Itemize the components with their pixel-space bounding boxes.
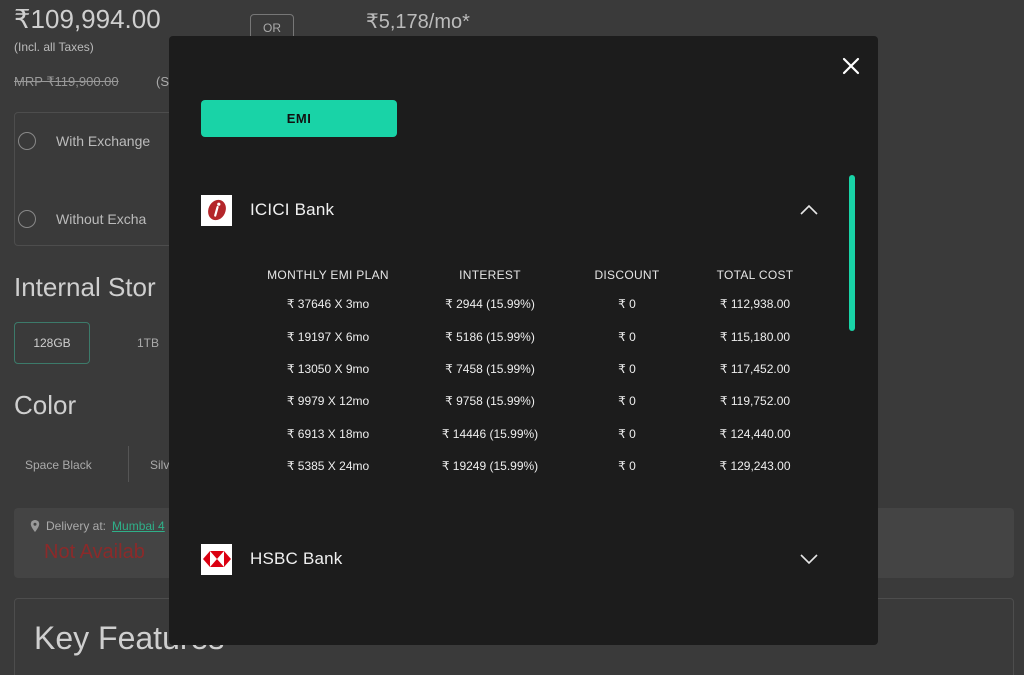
- mrp-extra: (S: [156, 74, 169, 89]
- delivery-label: Delivery at:: [46, 519, 107, 533]
- total-cost-cell: ₹ 119,752.00: [719, 394, 791, 409]
- bank-item-icici[interactable]: ICICI Bank: [201, 194, 821, 226]
- emi-plan-cell: ₹ 37646 X 3mo: [286, 297, 370, 312]
- discount-cell: ₹ 0: [618, 329, 636, 344]
- color-divider: [128, 446, 129, 482]
- chevron-down-icon[interactable]: [797, 547, 821, 571]
- table-row: ₹ 6913 X 18mo ₹ 14446 (15.99%) ₹ 0 ₹ 124…: [249, 418, 829, 450]
- icici-logo-icon: [207, 199, 226, 221]
- emi-plan-cell: ₹ 19197 X 6mo: [286, 329, 370, 344]
- total-cost-cell: ₹ 115,180.00: [719, 329, 791, 344]
- radio-icon[interactable]: [18, 132, 36, 150]
- hsbc-logo: [201, 543, 232, 575]
- emi-plan-cell: ₹ 13050 X 9mo: [286, 361, 370, 376]
- discount-cell: ₹ 0: [618, 361, 636, 376]
- emi-plan-cell: ₹ 6913 X 18mo: [286, 426, 370, 441]
- close-button[interactable]: [837, 52, 865, 80]
- emi-price: ₹5,178/mo*: [366, 11, 470, 33]
- scrollbar[interactable]: [849, 175, 855, 331]
- internal-storage-title: Internal Stor: [14, 272, 156, 302]
- delivery-info: Delivery at: Mumbai 4: [30, 519, 165, 533]
- interest-cell: ₹ 19249 (15.99%): [441, 459, 539, 474]
- icici-logo: [201, 194, 232, 226]
- delivery-city-link[interactable]: Mumbai 4: [112, 519, 165, 533]
- discount-cell: ₹ 0: [618, 394, 636, 409]
- bank-item-hsbc[interactable]: HSBC Bank: [201, 543, 821, 575]
- with-exchange-label: With Exchange: [56, 133, 151, 149]
- table-row: ₹ 37646 X 3mo ₹ 2944 (15.99%) ₹ 0 ₹ 112,…: [249, 288, 829, 320]
- emi-plan-table: MONTHLY EMI PLAN INTEREST DISCOUNT TOTAL…: [249, 262, 829, 482]
- bank-name-icici: ICICI Bank: [250, 200, 335, 219]
- storage-option-128gb[interactable]: 128GB: [14, 322, 90, 364]
- table-row: ₹ 5385 X 24mo ₹ 19249 (15.99%) ₹ 0 ₹ 129…: [249, 450, 829, 482]
- discount-cell: ₹ 0: [618, 426, 636, 441]
- header-interest: INTEREST: [459, 268, 521, 282]
- header-discount: DISCOUNT: [594, 268, 660, 282]
- table-row: ₹ 9979 X 12mo ₹ 9758 (15.99%) ₹ 0 ₹ 119,…: [249, 385, 829, 417]
- interest-cell: ₹ 5186 (15.99%): [445, 329, 535, 344]
- interest-cell: ₹ 9758 (15.99%): [445, 394, 535, 409]
- color-option-silver[interactable]: Silv: [150, 458, 169, 472]
- discount-cell: ₹ 0: [618, 297, 636, 312]
- availability-status: Not Availab: [44, 541, 145, 563]
- location-pin-icon: [30, 520, 40, 532]
- total-cost-cell: ₹ 124,440.00: [719, 426, 791, 441]
- price-note: (Incl. all Taxes): [14, 40, 94, 54]
- interest-cell: ₹ 14446 (15.99%): [441, 426, 539, 441]
- price: ₹109,994.00: [14, 4, 161, 34]
- hsbc-logo-icon: [202, 551, 231, 567]
- color-title: Color: [14, 390, 77, 420]
- header-monthly-emi-plan: MONTHLY EMI PLAN: [267, 268, 389, 282]
- total-cost-cell: ₹ 117,452.00: [719, 361, 791, 376]
- interest-cell: ₹ 2944 (15.99%): [445, 297, 535, 312]
- radio-icon[interactable]: [18, 210, 36, 228]
- emi-plan-cell: ₹ 9979 X 12mo: [286, 394, 370, 409]
- discount-cell: ₹ 0: [618, 459, 636, 474]
- without-exchange-label: Without Excha: [56, 211, 147, 227]
- close-icon[interactable]: [837, 52, 865, 80]
- without-exchange-option[interactable]: Without Excha: [18, 210, 146, 228]
- color-option-space-black[interactable]: Space Black: [25, 458, 92, 472]
- bank-name-hsbc: HSBC Bank: [250, 549, 343, 568]
- emi-plan-cell: ₹ 5385 X 24mo: [286, 459, 370, 474]
- table-header: MONTHLY EMI PLAN INTEREST DISCOUNT TOTAL…: [249, 262, 829, 288]
- interest-cell: ₹ 7458 (15.99%): [445, 361, 535, 376]
- emi-modal: EMI ICICI Bank MONTHLY EMI PLAN INTEREST…: [169, 36, 878, 645]
- table-row: ₹ 13050 X 9mo ₹ 7458 (15.99%) ₹ 0 ₹ 117,…: [249, 353, 829, 385]
- total-cost-cell: ₹ 129,243.00: [719, 459, 791, 474]
- emi-tab[interactable]: EMI: [201, 100, 397, 137]
- header-total-cost: TOTAL COST: [716, 268, 794, 282]
- chevron-up-icon[interactable]: [797, 198, 821, 222]
- mrp-price: MRP ₹119,900.00: [14, 74, 119, 89]
- table-row: ₹ 19197 X 6mo ₹ 5186 (15.99%) ₹ 0 ₹ 115,…: [249, 320, 829, 352]
- with-exchange-option[interactable]: With Exchange: [18, 132, 150, 150]
- total-cost-cell: ₹ 112,938.00: [719, 297, 791, 312]
